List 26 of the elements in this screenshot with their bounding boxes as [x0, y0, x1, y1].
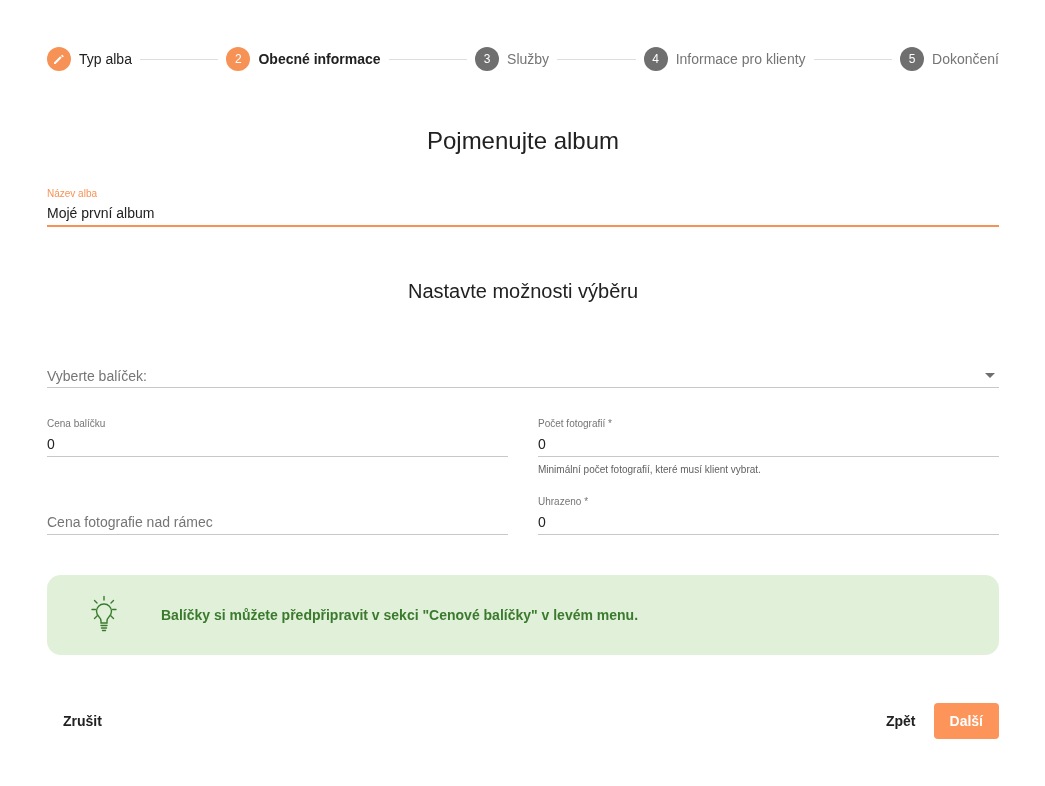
field-label: Uhrazeno * — [538, 495, 590, 509]
field-label: Název alba — [47, 187, 99, 201]
step-label[interactable]: Obecné informace — [258, 51, 381, 67]
input-field[interactable]: 0 — [538, 431, 999, 457]
info-text: Balíčky si můžete předpřipravit v sekci "Cenové balíčky" v levém menu. — [161, 607, 639, 623]
input-field[interactable]: 0 — [538, 509, 999, 535]
section-title: Pojmenujte album — [425, 126, 621, 156]
field-label: Cena balíčku — [47, 417, 107, 431]
input-field[interactable]: Mojé první album — [47, 201, 999, 227]
step-number: 5 — [900, 47, 925, 71]
step-number: 4 — [643, 47, 668, 71]
step-label[interactable]: Informace pro klienty — [675, 51, 806, 67]
helper-text: Minimální počet fotografií, které musí klient vybrat. — [538, 463, 762, 477]
step-label[interactable]: Dokončení — [932, 51, 999, 67]
step-label[interactable]: Služby — [507, 51, 550, 67]
text-button[interactable]: Zpět — [869, 703, 932, 739]
package-select[interactable]: Vyberte balíček: — [47, 360, 999, 388]
input-field[interactable]: Cena fotografie nad rámec — [47, 509, 508, 535]
step-label[interactable]: Typ alba — [79, 51, 132, 67]
step-number: 2 — [226, 47, 251, 71]
caret-icon — [985, 373, 995, 378]
field-label: Počet fotografií * — [538, 417, 613, 431]
input-field[interactable]: 0 — [47, 431, 508, 457]
section-title: Nastavte možnosti výběru — [406, 279, 640, 304]
text-button[interactable]: Zrušit — [47, 703, 118, 739]
step-number: 3 — [475, 47, 500, 71]
